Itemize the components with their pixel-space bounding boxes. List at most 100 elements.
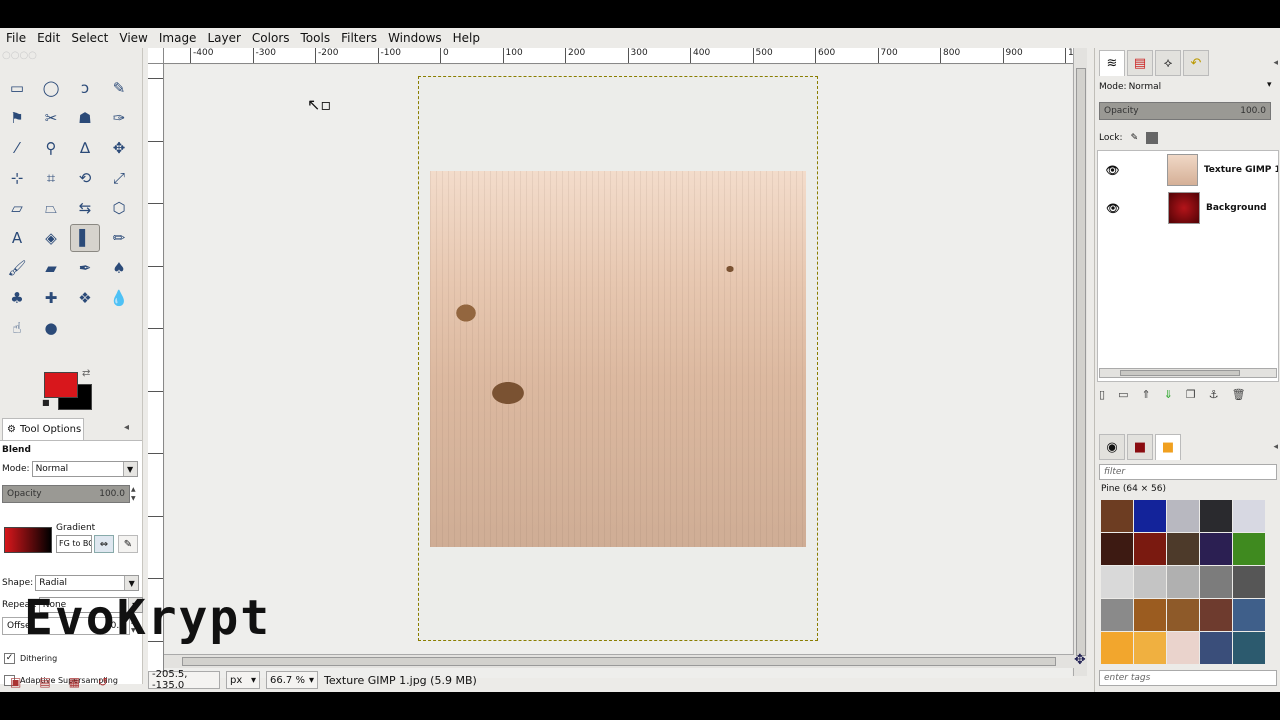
pattern-swatch[interactable] [1167,599,1199,631]
navigate-icon[interactable]: ✥ [1074,652,1086,668]
toolbox-drag-handle[interactable]: ○○○○ [2,50,138,70]
panel-menu-icon[interactable]: ◂ [124,422,129,433]
zoom-combo[interactable]: 66.7 % ▾ [266,671,318,689]
scissors-icon[interactable]: ✂ [36,104,66,132]
layer-name[interactable]: Texture GIMP 1 [1204,165,1278,175]
crop-icon[interactable]: ⌗ [36,164,66,192]
text-icon[interactable]: A [2,224,32,252]
rect-select-icon[interactable]: ▭ [2,74,32,102]
eraser-icon[interactable]: ▰ [36,254,66,282]
canvas-area[interactable]: ↖▫ [165,65,1072,678]
smudge-icon[interactable]: ☝ [2,314,32,342]
ellipse-select-icon[interactable]: ◯ [36,74,66,102]
ink-icon[interactable]: ♠ [104,254,134,282]
new-group-icon[interactable]: ▭ [1118,388,1128,401]
airbrush-icon[interactable]: ✒ [70,254,100,282]
new-layer-icon[interactable]: ▯ [1099,388,1105,401]
color-select-icon[interactable]: ⚑ [2,104,32,132]
pattern-swatch[interactable] [1101,632,1133,664]
menu-layer[interactable]: Layer [203,28,247,48]
layer-row[interactable]: 👁 Texture GIMP 1 [1098,151,1278,189]
dodge-burn-icon[interactable]: ● [36,314,66,342]
tab-channels[interactable]: ▤ [1127,50,1153,76]
restore-options-icon[interactable]: ▤ [39,675,50,689]
horizontal-scroll-thumb[interactable] [182,657,1056,666]
tab-gradients[interactable]: ■ [1127,434,1153,460]
visibility-eye-icon[interactable]: 👁 [1098,164,1127,177]
fuzzy-select-icon[interactable]: ✎ [104,74,134,102]
edit-gradient-icon[interactable]: ✎ [118,535,138,553]
tab-undo-history[interactable]: ↶ [1183,50,1209,76]
dock-menu-icon[interactable]: ◂ [1273,58,1278,68]
perspective-clone-icon[interactable]: ❖ [70,284,100,312]
menu-filters[interactable]: Filters [337,28,384,48]
perspective-icon[interactable]: ⏢ [36,194,66,222]
menu-edit[interactable]: Edit [33,28,67,48]
pattern-swatch[interactable] [1134,599,1166,631]
layer-name[interactable]: Background [1206,203,1267,213]
lower-layer-icon[interactable]: ⇓ [1164,388,1173,401]
menu-image[interactable]: Image [155,28,204,48]
pattern-swatch[interactable] [1200,632,1232,664]
pattern-swatch[interactable] [1101,566,1133,598]
color-picker-icon[interactable]: ⁄ [2,134,32,162]
lock-pixels-icon[interactable]: ✎ [1131,133,1139,143]
layer-mode-value[interactable]: Normal [1129,82,1162,92]
pattern-swatch[interactable] [1233,632,1265,664]
vertical-scroll-thumb[interactable] [1076,68,1086,656]
tab-layers[interactable]: ≋ [1099,50,1125,76]
reverse-gradient-icon[interactable]: ⇔ [94,535,114,553]
dock-menu-icon[interactable]: ◂ [1273,442,1278,452]
pattern-swatch[interactable] [1200,533,1232,565]
pattern-swatch[interactable] [1233,533,1265,565]
pattern-swatch[interactable] [1134,566,1166,598]
pattern-swatch[interactable] [1200,599,1232,631]
pattern-swatch[interactable] [1167,500,1199,532]
horizontal-ruler[interactable]: -400 -300 -200 -100 0 100 200 300 400 500 600 700 80… [164,48,1076,64]
visibility-eye-icon[interactable]: 👁 [1098,202,1128,215]
foreground-select-icon[interactable]: ☗ [70,104,100,132]
menu-help[interactable]: Help [449,28,487,48]
opacity-slider[interactable]: Opacity 100.0 [2,485,130,503]
menu-select[interactable]: Select [67,28,115,48]
tab-patterns[interactable]: ■ [1155,434,1181,460]
menu-view[interactable]: View [115,28,154,48]
pattern-swatch[interactable] [1101,500,1133,532]
anchor-layer-icon[interactable]: ⚓ [1209,388,1219,401]
zoom-icon[interactable]: ⚲ [36,134,66,162]
vertical-scrollbar[interactable] [1073,48,1087,676]
gradient-name[interactable]: FG to BG (RGB) [56,535,92,553]
scale-icon[interactable]: ⤢ [104,164,134,192]
reset-options-icon[interactable]: ↺ [98,675,108,689]
paintbrush-icon[interactable]: 🖌 [2,254,32,282]
gradient-preview[interactable] [4,527,52,553]
flip-icon[interactable]: ⇆ [70,194,100,222]
pattern-filter-input[interactable]: filter [1099,464,1277,480]
rotate-icon[interactable]: ⟲ [70,164,100,192]
layers-hscroll-thumb[interactable] [1120,370,1240,376]
lock-alpha-icon[interactable] [1146,132,1159,144]
pencil-icon[interactable]: ✏ [104,224,134,252]
pattern-swatch[interactable] [1167,632,1199,664]
measure-icon[interactable]: ∆ [70,134,100,162]
unit-combo[interactable]: px ▾ [226,671,260,689]
shear-icon[interactable]: ▱ [2,194,32,222]
pattern-swatch[interactable] [1167,566,1199,598]
pattern-swatch[interactable] [1101,599,1133,631]
pattern-swatch[interactable] [1200,500,1232,532]
duplicate-layer-icon[interactable]: ❐ [1186,388,1196,401]
pattern-swatch[interactable] [1134,533,1166,565]
move-icon[interactable]: ✥ [104,134,134,162]
foreground-color-swatch[interactable] [44,372,78,398]
paths-icon[interactable]: ✑ [104,104,134,132]
menu-file[interactable]: File [2,28,33,48]
menu-colors[interactable]: Colors [248,28,297,48]
pattern-swatch[interactable] [1233,566,1265,598]
vertical-ruler[interactable] [148,64,164,680]
pattern-swatch[interactable] [1134,632,1166,664]
swap-colors-icon[interactable]: ⇄ [82,368,90,379]
save-options-icon[interactable]: ▣ [10,675,21,689]
pattern-swatch[interactable] [1233,500,1265,532]
opacity-spinner[interactable]: ▲ ▼ [131,485,139,503]
align-icon[interactable]: ⊹ [2,164,32,192]
